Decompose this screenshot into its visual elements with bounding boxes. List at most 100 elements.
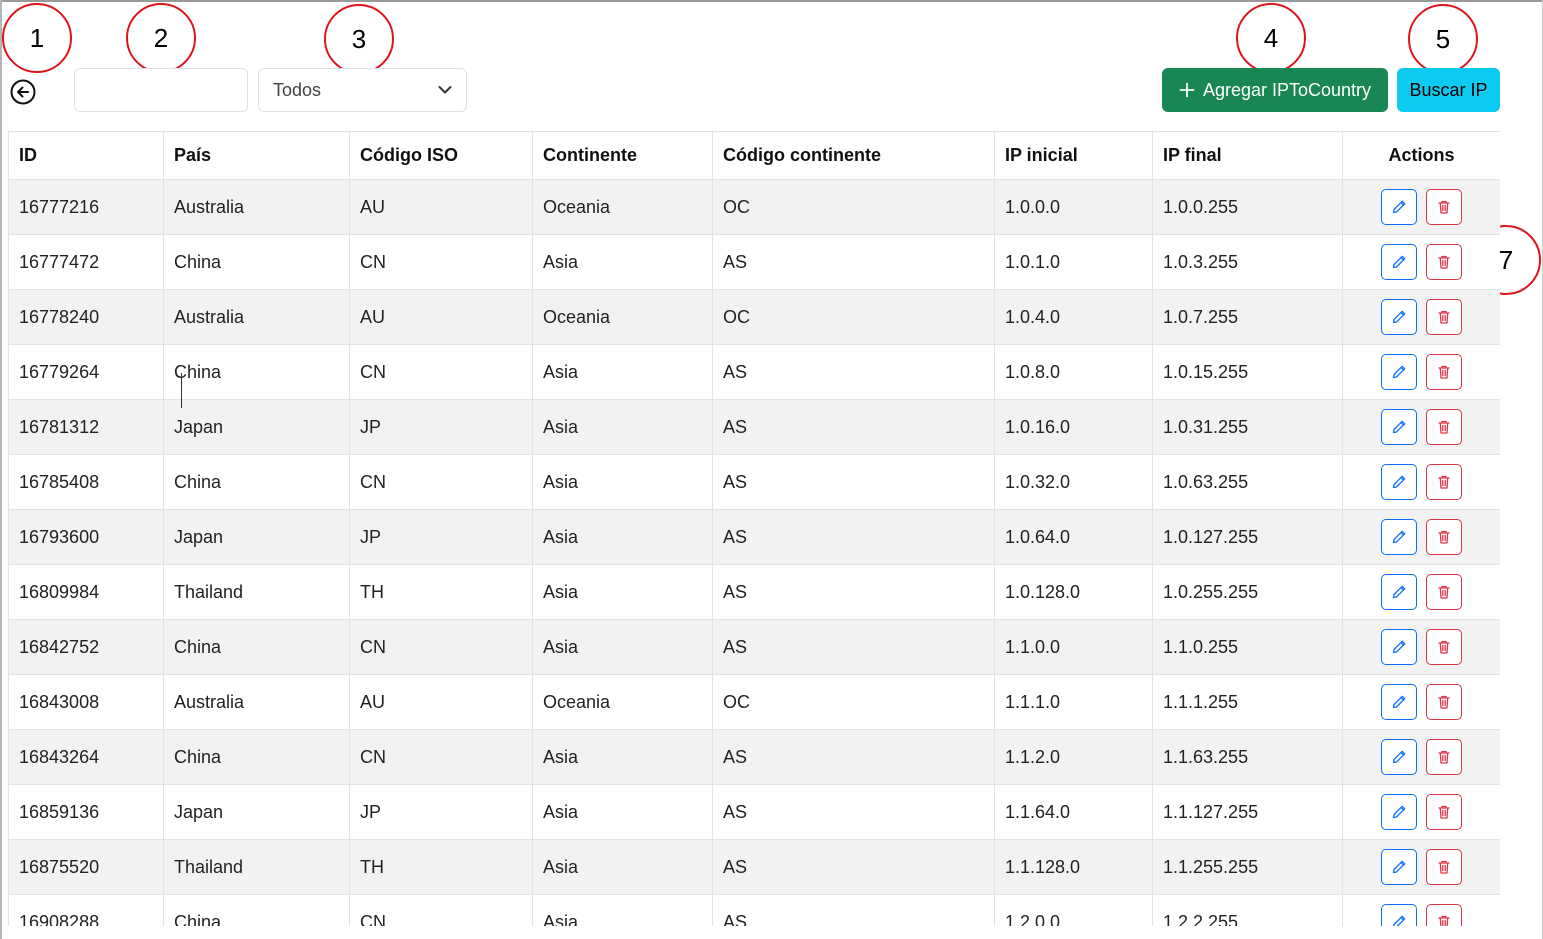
row-actions	[1342, 399, 1500, 455]
edit-row-button[interactable]	[1381, 464, 1417, 500]
table-cell: 1.0.31.255	[1152, 399, 1343, 455]
edit-row-button[interactable]	[1381, 794, 1417, 830]
row-actions	[1342, 674, 1500, 730]
table-cell: CN	[349, 729, 533, 785]
pencil-icon	[1392, 420, 1406, 434]
delete-row-button[interactable]	[1426, 299, 1462, 335]
annotation-marker-5: 5	[1408, 4, 1478, 74]
row-actions-group	[1344, 244, 1500, 280]
delete-row-button[interactable]	[1426, 354, 1462, 390]
table-cell: 1.2.2.255	[1152, 894, 1343, 926]
search-input[interactable]	[74, 68, 248, 112]
delete-row-button[interactable]	[1426, 409, 1462, 445]
annotation-marker-3: 3	[324, 4, 394, 74]
trash-icon	[1438, 475, 1450, 489]
table-cell: AS	[712, 564, 995, 620]
ip-to-country-table: ID País Código ISO Continente Código contine…	[8, 131, 1500, 926]
table-cell: 1.1.2.0	[994, 729, 1153, 785]
table-cell: China	[163, 619, 350, 675]
table-cell: Japan	[163, 509, 350, 565]
table-cell: Asia	[532, 234, 713, 290]
edit-row-button[interactable]	[1381, 904, 1417, 926]
table-cell: China	[163, 729, 350, 785]
delete-row-button[interactable]	[1426, 739, 1462, 775]
table-cell: 16859136	[8, 784, 164, 840]
row-actions	[1342, 619, 1500, 675]
table-header-row: ID País Código ISO Continente Código contine…	[8, 131, 1500, 180]
table-cell: AU	[349, 179, 533, 235]
table-cell: JP	[349, 509, 533, 565]
edit-row-button[interactable]	[1381, 299, 1417, 335]
table-cell: Asia	[532, 509, 713, 565]
table-cell: Australia	[163, 289, 350, 345]
row-actions-group	[1344, 464, 1500, 500]
table-cell: CN	[349, 454, 533, 510]
table-cell: CN	[349, 234, 533, 290]
table-body: 16777216 Australia AU Oceania OC 1.0.0.0 1.0.0…	[8, 179, 1500, 926]
table-cell: Asia	[532, 399, 713, 455]
table-cell: Japan	[163, 784, 350, 840]
arrow-left-circle-icon	[10, 79, 36, 105]
column-header: Actions	[1342, 131, 1500, 180]
row-actions	[1342, 454, 1500, 510]
delete-row-button[interactable]	[1426, 629, 1462, 665]
pencil-icon	[1392, 805, 1406, 819]
edit-row-button[interactable]	[1381, 629, 1417, 665]
trash-icon	[1438, 640, 1450, 654]
delete-row-button[interactable]	[1426, 849, 1462, 885]
table-cell: 1.0.63.255	[1152, 454, 1343, 510]
table-cell: Asia	[532, 839, 713, 895]
row-actions	[1342, 509, 1500, 565]
table-cell: AS	[712, 839, 995, 895]
edit-row-button[interactable]	[1381, 574, 1417, 610]
delete-row-button[interactable]	[1426, 574, 1462, 610]
table-cell: AS	[712, 509, 995, 565]
delete-row-button[interactable]	[1426, 244, 1462, 280]
delete-row-button[interactable]	[1426, 464, 1462, 500]
table-cell: Asia	[532, 784, 713, 840]
edit-row-button[interactable]	[1381, 409, 1417, 445]
trash-icon	[1438, 695, 1450, 709]
table-cell: 1.0.7.255	[1152, 289, 1343, 345]
delete-row-button[interactable]	[1426, 684, 1462, 720]
table-cell: 1.0.3.255	[1152, 234, 1343, 290]
column-header: IP inicial	[994, 131, 1153, 180]
continent-filter-select[interactable]: Todos	[258, 68, 467, 112]
delete-row-button[interactable]	[1426, 794, 1462, 830]
edit-row-button[interactable]	[1381, 684, 1417, 720]
table-cell: 16781312	[8, 399, 164, 455]
trash-icon	[1438, 750, 1450, 764]
table-cell: Asia	[532, 344, 713, 400]
add-iptocountry-button[interactable]: Agregar IPToCountry	[1162, 68, 1388, 112]
table-cell: 1.1.128.0	[994, 839, 1153, 895]
row-actions-group	[1344, 189, 1500, 225]
table-row: 16778240 Australia AU Oceania OC 1.0.4.0 1.0.7…	[8, 289, 1500, 345]
edit-row-button[interactable]	[1381, 244, 1417, 280]
search-ip-button[interactable]: Buscar IP	[1397, 68, 1500, 112]
table-cell: 1.0.128.0	[994, 564, 1153, 620]
delete-row-button[interactable]	[1426, 189, 1462, 225]
edit-row-button[interactable]	[1381, 519, 1417, 555]
table-row: 16809984 Thailand TH Asia AS 1.0.128.0 1.0.255…	[8, 564, 1500, 620]
table-cell: JP	[349, 399, 533, 455]
row-actions	[1342, 784, 1500, 840]
table-cell: CN	[349, 344, 533, 400]
delete-row-button[interactable]	[1426, 519, 1462, 555]
edit-row-button[interactable]	[1381, 189, 1417, 225]
edit-row-button[interactable]	[1381, 849, 1417, 885]
table-cell: China	[163, 894, 350, 926]
edit-row-button[interactable]	[1381, 739, 1417, 775]
row-actions-group	[1344, 849, 1500, 885]
table-cell: China	[163, 454, 350, 510]
delete-row-button[interactable]	[1426, 904, 1462, 926]
edit-row-button[interactable]	[1381, 354, 1417, 390]
table-cell: AS	[712, 399, 995, 455]
table-cell: Asia	[532, 619, 713, 675]
table-cell: 1.1.255.255	[1152, 839, 1343, 895]
table-cell: Oceania	[532, 674, 713, 730]
table-cell: JP	[349, 784, 533, 840]
table-cell: Australia	[163, 674, 350, 730]
table-cell: Oceania	[532, 289, 713, 345]
table-cell: 1.1.0.255	[1152, 619, 1343, 675]
back-button[interactable]	[10, 79, 36, 105]
